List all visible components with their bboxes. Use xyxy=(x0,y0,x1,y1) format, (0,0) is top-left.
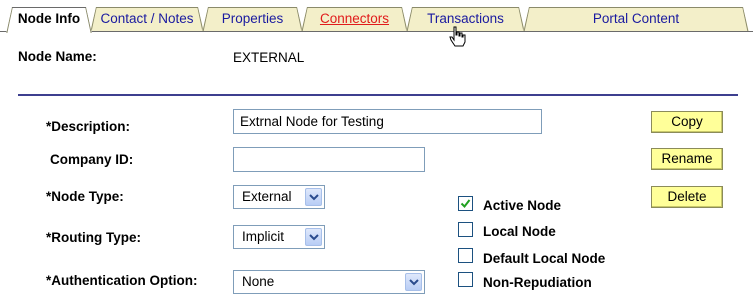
active-node-label: Active Node xyxy=(483,198,562,213)
rename-button[interactable]: Rename xyxy=(651,148,723,170)
tab-node-info[interactable]: Node Info xyxy=(6,7,92,33)
tab-connectors[interactable]: Connectors xyxy=(301,7,408,32)
active-node-checkbox[interactable] xyxy=(458,196,473,211)
description-label: *Description: xyxy=(46,119,131,134)
tab-bar: Node Info Contact / Notes Properties Con… xyxy=(0,0,753,32)
node-name-value: EXTERNAL xyxy=(233,50,305,65)
node-type-select[interactable]: External xyxy=(233,185,325,209)
chevron-down-icon[interactable] xyxy=(405,273,422,291)
node-name-label: Node Name: xyxy=(18,49,97,64)
routing-type-select[interactable]: Implicit xyxy=(233,225,325,249)
default-local-node-checkbox[interactable] xyxy=(458,248,473,263)
node-type-label: *Node Type: xyxy=(46,189,124,204)
delete-button[interactable]: Delete xyxy=(651,186,723,208)
local-node-checkbox[interactable] xyxy=(458,222,473,237)
non-repudiation-label: Non-Repudiation xyxy=(483,275,592,290)
default-local-node-label: Default Local Node xyxy=(483,251,606,266)
auth-option-label: *Authentication Option: xyxy=(46,273,198,288)
routing-type-value: Implicit xyxy=(242,229,285,244)
company-id-input[interactable] xyxy=(233,147,425,172)
non-repudiation-checkbox[interactable] xyxy=(458,272,473,287)
auth-option-select[interactable]: None xyxy=(233,270,425,294)
tab-contact-notes[interactable]: Contact / Notes xyxy=(90,7,204,32)
tab-baseline xyxy=(0,31,753,32)
node-type-value: External xyxy=(242,189,292,204)
hand-cursor-icon xyxy=(449,26,466,47)
tab-properties[interactable]: Properties xyxy=(202,7,303,32)
routing-type-label: *Routing Type: xyxy=(46,230,141,245)
description-input[interactable] xyxy=(233,109,542,134)
local-node-label: Local Node xyxy=(483,224,556,239)
checkmark-icon xyxy=(460,199,471,209)
chevron-down-icon[interactable] xyxy=(305,228,322,246)
chevron-down-icon[interactable] xyxy=(305,188,322,206)
section-divider xyxy=(18,94,738,96)
company-id-label: Company ID: xyxy=(50,152,134,167)
auth-option-value: None xyxy=(242,274,275,289)
copy-button[interactable]: Copy xyxy=(651,111,723,133)
tab-portal-content[interactable]: Portal Content xyxy=(523,7,749,32)
